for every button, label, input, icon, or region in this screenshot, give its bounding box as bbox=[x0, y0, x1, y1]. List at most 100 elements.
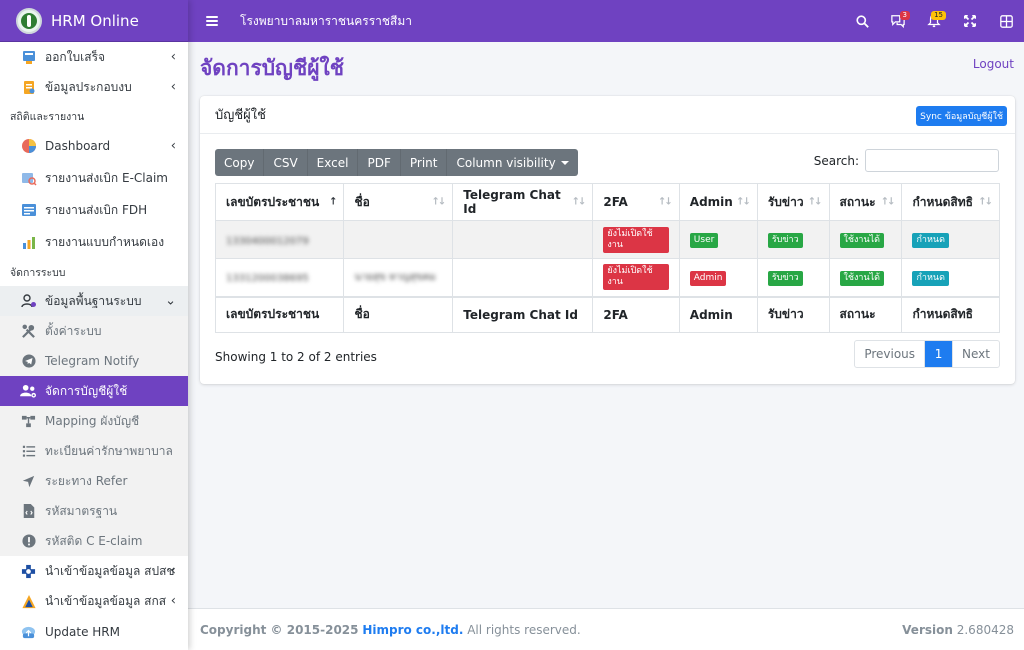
footer-telegram: Telegram Chat Id bbox=[452, 295, 594, 333]
nav-header-reports: สถิติและรายงาน bbox=[10, 110, 85, 123]
column-header-news[interactable]: รับข่าว ↑↓ bbox=[756, 183, 830, 221]
cid-value: 1331200038695 bbox=[226, 273, 309, 285]
copyright-text: Copyright © 2015-2025 bbox=[200, 622, 359, 637]
sidebar-item-label: รหัสติด C E-claim bbox=[45, 533, 143, 548]
copyright: Copyright © 2015-2025 Himpro co.,ltd. Al… bbox=[200, 623, 581, 637]
sidebar-item-eclaim-report[interactable]: รายงานส่งเบิก E-Claim bbox=[0, 162, 188, 194]
sidebar-item-receipt[interactable]: ออกใบเสร็จ ‹ bbox=[0, 42, 188, 72]
users-table: เลขบัตรประชาชน ↑ ชื่อ ↑↓ Telegram Chat Id ↑… bbox=[214, 183, 1000, 333]
report-table-icon bbox=[20, 202, 37, 219]
pdf-button[interactable]: PDF bbox=[358, 149, 401, 176]
sidebar-item-telegram[interactable]: Telegram Notify bbox=[0, 346, 188, 376]
column-header-label: 2FA bbox=[603, 195, 628, 209]
sidebar-item-fee-registry[interactable]: ทะเบียนค่ารักษาพยาบาล bbox=[0, 436, 188, 466]
sidebar-item-dashboard[interactable]: Dashboard ‹ bbox=[0, 130, 188, 162]
navbar-icons: 3 15 bbox=[844, 0, 1024, 42]
sidebar-item-label: นำเข้าข้อมูลข้อมูล สปสช bbox=[45, 563, 175, 578]
sidebar-item-import-nhso[interactable]: นำเข้าข้อมูลข้อมูล สปสช ‹ bbox=[0, 556, 188, 586]
apps-grid-icon[interactable] bbox=[988, 0, 1024, 42]
sort-icon: ↑↓ bbox=[880, 196, 896, 208]
sync-users-button[interactable]: Sync ข้อมูลบัญชีผู้ใช้ bbox=[916, 106, 1007, 126]
search-input[interactable] bbox=[865, 149, 999, 172]
sidebar-item-label: รายงานส่งเบิก FDH bbox=[45, 202, 148, 217]
sidebar-item-supporting-data[interactable]: ข้อมูลประกอบงบ ‹ bbox=[0, 72, 188, 102]
role-badge[interactable]: Admin bbox=[689, 270, 727, 286]
excel-button[interactable]: Excel bbox=[307, 149, 359, 176]
sidebar-item-import-hss[interactable]: นำเข้าข้อมูลข้อมูล สกส ‹ bbox=[0, 586, 188, 616]
search-icon[interactable] bbox=[844, 0, 880, 42]
table-row[interactable]: 1331200038695 นายสุข หาญสุขคม ยังไม่เปิด… bbox=[214, 258, 1000, 297]
pagination-previous[interactable]: Previous bbox=[855, 341, 926, 367]
sort-icon: ↑↓ bbox=[736, 196, 751, 208]
sidebar-item-label: ตั้งค่าระบบ bbox=[45, 323, 102, 338]
sidebar-item-system-data[interactable]: ข้อมูลพื้นฐานระบบ ⌄ bbox=[0, 286, 188, 316]
nav-header-system: จัดการระบบ bbox=[10, 266, 66, 279]
cell-news: รับข่าว bbox=[756, 258, 830, 297]
pagination-page[interactable]: 1 bbox=[925, 341, 954, 367]
print-button[interactable]: Print bbox=[400, 149, 448, 176]
sidebar-item-update[interactable]: Update HRM bbox=[0, 616, 188, 648]
cell-2fa: ยังไม่เปิดใช้งาน bbox=[592, 220, 680, 259]
column-header-cid[interactable]: เลขบัตรประชาชน ↑ bbox=[214, 183, 345, 221]
status-badge[interactable]: ใช้งานได้ bbox=[839, 270, 885, 286]
news-badge[interactable]: รับข่าว bbox=[767, 233, 803, 248]
logout-link[interactable]: Logout bbox=[973, 57, 1014, 71]
menu-toggle-icon[interactable] bbox=[206, 16, 218, 26]
news-badge[interactable]: รับข่าว bbox=[767, 270, 803, 286]
column-header-status[interactable]: สถานะ ↑↓ bbox=[828, 183, 903, 221]
messages-icon[interactable]: 3 bbox=[880, 0, 916, 42]
sidebar-item-label: Mapping ผังบัญชี bbox=[45, 413, 140, 428]
pagination: Previous 1 Next bbox=[854, 340, 1000, 368]
column-header-name[interactable]: ชื่อ ↑↓ bbox=[343, 183, 454, 221]
sidebar-item-mapping[interactable]: Mapping ผังบัญชี bbox=[0, 406, 188, 436]
status-badge[interactable]: ใช้งานได้ bbox=[839, 233, 885, 248]
company-link[interactable]: Himpro co.,ltd. bbox=[362, 623, 463, 637]
sidebar-item-user-accounts[interactable]: จัดการบัญชีผู้ใช้ bbox=[0, 376, 188, 406]
notifications-icon[interactable]: 15 bbox=[916, 0, 952, 42]
fullscreen-icon[interactable] bbox=[952, 0, 988, 42]
chevron-left-icon: ‹ bbox=[170, 79, 176, 95]
column-header-permissions[interactable]: กำหนดสิทธิ ↑↓ bbox=[901, 183, 1000, 221]
sidebar-item-fdh-report[interactable]: รายงานส่งเบิก FDH bbox=[0, 194, 188, 226]
column-header-telegram[interactable]: Telegram Chat Id ↑↓ bbox=[452, 183, 594, 221]
notifications-badge: 15 bbox=[931, 11, 946, 20]
footer-status: สถานะ bbox=[828, 295, 903, 333]
user-accounts-card: บัญชีผู้ใช้ Sync ข้อมูลบัญชีผู้ใช้ Copy … bbox=[200, 96, 1015, 384]
sidebar-item-label: ข้อมูลพื้นฐานระบบ bbox=[45, 293, 142, 308]
column-header-admin[interactable]: Admin ↑↓ bbox=[678, 183, 758, 221]
csv-button[interactable]: CSV bbox=[264, 149, 308, 176]
table-row[interactable]: 1330400012079 ยังไม่เปิดใช้งาน User รับข… bbox=[214, 220, 1000, 259]
cell-permissions: กำหนด bbox=[901, 258, 1000, 297]
footer-admin: Admin bbox=[678, 295, 758, 333]
sidebar-item-settings[interactable]: ตั้งค่าระบบ bbox=[0, 316, 188, 346]
sidebar-item-standard-codes[interactable]: รหัสมาตรฐาน bbox=[0, 496, 188, 526]
2fa-badge[interactable]: ยังไม่เปิดใช้งาน bbox=[603, 226, 669, 253]
permission-badge[interactable]: กำหนด bbox=[912, 233, 949, 248]
list-icon bbox=[20, 443, 37, 460]
role-badge[interactable]: User bbox=[689, 233, 719, 248]
sidebar-item-custom-report[interactable]: รายงานแบบกำหนดเอง bbox=[0, 226, 188, 258]
copy-button[interactable]: Copy bbox=[215, 149, 265, 176]
footer-permissions: กำหนดสิทธิ bbox=[901, 295, 1000, 333]
pagination-next[interactable]: Next bbox=[953, 341, 999, 367]
hss-logo-icon bbox=[20, 593, 37, 610]
nhso-logo-icon bbox=[20, 563, 37, 580]
rights-text: All rights reserved. bbox=[467, 622, 581, 637]
cell-2fa: ยังไม่เปิดใช้งาน bbox=[592, 258, 680, 297]
cell-cid: 1331200038695 bbox=[214, 258, 345, 297]
sidebar-item-refer-distance[interactable]: ระยะทาง Refer bbox=[0, 466, 188, 496]
permission-badge[interactable]: กำหนด bbox=[912, 270, 949, 286]
column-visibility-button[interactable]: Column visibility bbox=[447, 149, 578, 176]
sort-asc-icon: ↑ bbox=[329, 196, 338, 208]
hospital-name: โรงพยาบาลมหาราชนครราชสีมา bbox=[240, 13, 413, 28]
search-label: Search: bbox=[813, 153, 859, 168]
sidebar-item-eclaim-c-codes[interactable]: รหัสติด C E-claim bbox=[0, 526, 188, 556]
sidebar-item-label: นำเข้าข้อมูลข้อมูล สกส bbox=[45, 593, 167, 608]
2fa-badge[interactable]: ยังไม่เปิดใช้งาน bbox=[603, 264, 669, 291]
cell-status: ใช้งานได้ bbox=[828, 258, 903, 297]
brand[interactable]: HRM Online bbox=[0, 0, 188, 42]
location-arrow-icon bbox=[20, 473, 37, 490]
column-header-2fa[interactable]: 2FA ↑↓ bbox=[592, 183, 680, 221]
sidebar-item-label: รายงานส่งเบิก E-Claim bbox=[45, 170, 168, 185]
cell-news: รับข่าว bbox=[756, 220, 830, 259]
